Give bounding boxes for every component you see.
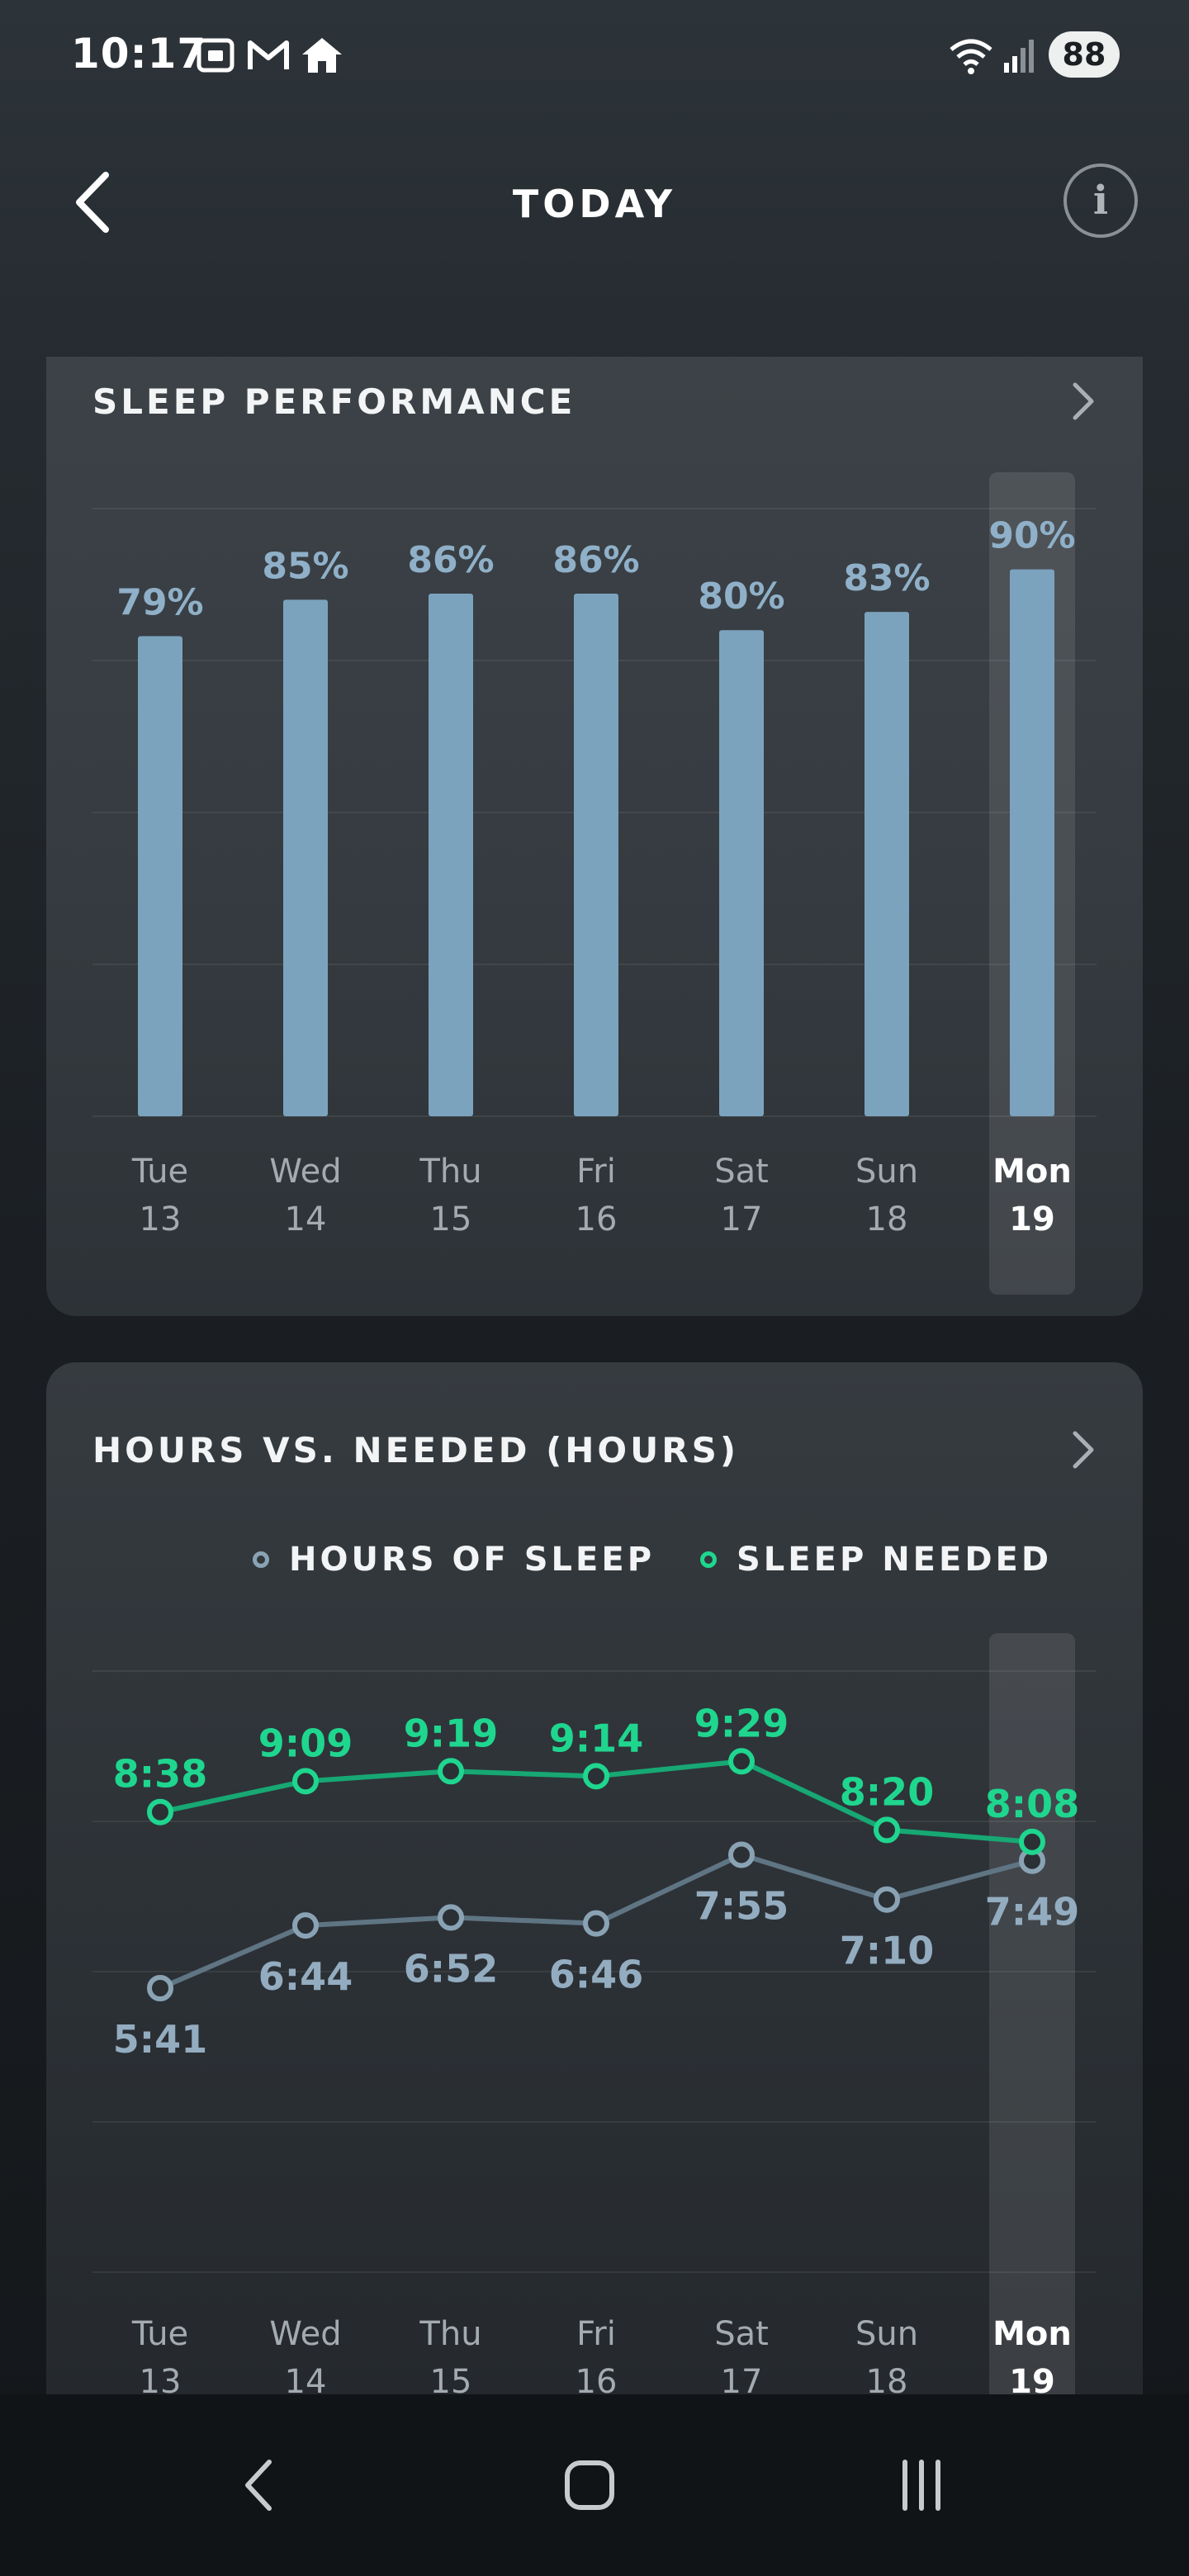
hours-of-sleep-label: 7:55 [694,1883,789,1928]
x-tick-day: Sat [714,2315,769,2353]
status-bar: 10:17 88 [0,0,1189,107]
home-icon [302,38,342,73]
x-tick-day: Thu [419,1153,481,1191]
hours-vs-needed-card[interactable]: HOURS VS. NEEDED (HOURS) HOURS OF SLEEP … [46,1362,1143,2394]
bar [865,612,909,1116]
x-tick-day: Fri [576,1153,616,1191]
x-tick-day: Sun [855,2315,918,2353]
sleep-needed-point [583,1763,609,1790]
sleep-needed-label: 8:20 [840,1769,934,1814]
info-icon: i [1092,178,1109,224]
wifi-icon [950,39,992,74]
nav-home-button[interactable] [507,2394,672,2576]
x-tick-day: Fri [576,2315,616,2353]
sleep-needed-label: 8:38 [113,1752,207,1797]
x-tick-date: 19 [1009,2363,1055,2394]
x-tick-day: Mon [992,1153,1072,1191]
x-tick-day: Sat [714,1153,769,1191]
screenshot-icon [197,38,234,73]
sleep-needed-point [292,1768,319,1795]
sleep-needed-label: 9:29 [694,1701,789,1745]
x-tick-day: Wed [269,2315,341,2353]
sleep-needed-label: 9:14 [549,1716,643,1760]
hours-of-sleep-label: 7:49 [985,1890,1079,1934]
gmail-icon [248,40,289,69]
sleep-needed-point [728,1748,755,1775]
hours-of-sleep-point [147,1975,173,2001]
nav-recents-icon [902,2460,940,2511]
hours-of-sleep-label: 6:44 [258,1954,353,1999]
bar-value-label: 86% [407,539,494,581]
sleep-needed-point [147,1798,173,1825]
sleep-needed-label: 8:08 [985,1782,1079,1826]
x-tick-date: 16 [576,2363,618,2394]
bar-value-label: 80% [698,575,784,618]
x-tick-day: Tue [131,2315,188,2353]
hours-of-sleep-point [438,1904,464,1931]
x-tick-date: 15 [430,1200,472,1238]
bar [429,594,473,1116]
bar-value-label: 86% [552,539,639,581]
sleep-needed-point [438,1758,464,1785]
hours-of-sleep-label: 6:46 [549,1953,643,1997]
hours-of-sleep-label: 6:52 [404,1946,498,1991]
bar [719,630,764,1116]
bar [283,599,328,1116]
header: TODAY i [0,140,1189,264]
bar [1010,569,1054,1116]
sleep-needed-label: 9:09 [258,1721,353,1765]
hours-of-sleep-label: 7:10 [840,1929,934,1973]
battery-indicator: 88 [1049,31,1120,78]
x-tick-day: Thu [419,2315,481,2353]
bar [574,594,618,1116]
x-tick-day: Wed [269,1153,341,1191]
x-tick-day: Sun [855,1153,918,1191]
sleep-needed-point [1019,1828,1045,1855]
x-tick-date: 15 [430,2363,472,2394]
x-tick-date: 17 [721,2363,763,2394]
hours-of-sleep-point [874,1886,900,1913]
system-nav-bar [0,2394,1189,2576]
sleep-performance-card[interactable]: SLEEP PERFORMANCE 79% Tue 13 85% Wed 14 86% Thu… [46,357,1143,1316]
x-tick-day: Tue [131,1153,188,1191]
x-tick-date: 14 [285,1200,327,1238]
sleep-needed-point [874,1816,900,1844]
x-tick-date: 19 [1009,1200,1055,1238]
nav-back-button[interactable] [177,2394,342,2576]
x-tick-day: Mon [992,2315,1072,2353]
x-tick-date: 18 [866,1200,908,1238]
bar-value-label: 83% [843,557,930,599]
hours-of-sleep-point [728,1841,755,1868]
status-time: 10:17 [71,30,207,78]
x-tick-date: 14 [285,2363,327,2394]
nav-recents-button[interactable] [839,2394,1004,2576]
bar-value-label: 90% [988,515,1075,557]
hours-of-sleep-point [583,1910,609,1937]
signal-icon [1004,40,1034,73]
sleep-needed-label: 9:19 [404,1711,498,1755]
highlight-column [989,1633,1075,2394]
info-button[interactable]: i [1063,163,1138,238]
x-tick-date: 13 [140,2363,182,2394]
sleep-performance-chart: 79% Tue 13 85% Wed 14 86% Thu 15 86% Fri 16 80% Sat 17… [92,472,1097,1295]
bar-value-label: 79% [116,582,203,624]
x-tick-date: 17 [721,1200,763,1238]
page-title: TODAY [512,182,677,226]
hours-of-sleep-label: 5:41 [113,2017,207,2062]
x-tick-date: 16 [576,1200,618,1238]
hours-of-sleep-point [292,1912,319,1939]
nav-back-icon [245,2460,272,2511]
bar-value-label: 85% [262,545,348,587]
x-tick-date: 13 [140,1200,182,1238]
hours-vs-needed-chart: 5:41 6:44 6:52 6:46 7:55 7:10 7:49 8:38 9:09 9:19… [92,1633,1097,2394]
x-tick-date: 18 [866,2363,908,2394]
bar [138,636,182,1116]
nav-home-icon [565,2460,614,2510]
